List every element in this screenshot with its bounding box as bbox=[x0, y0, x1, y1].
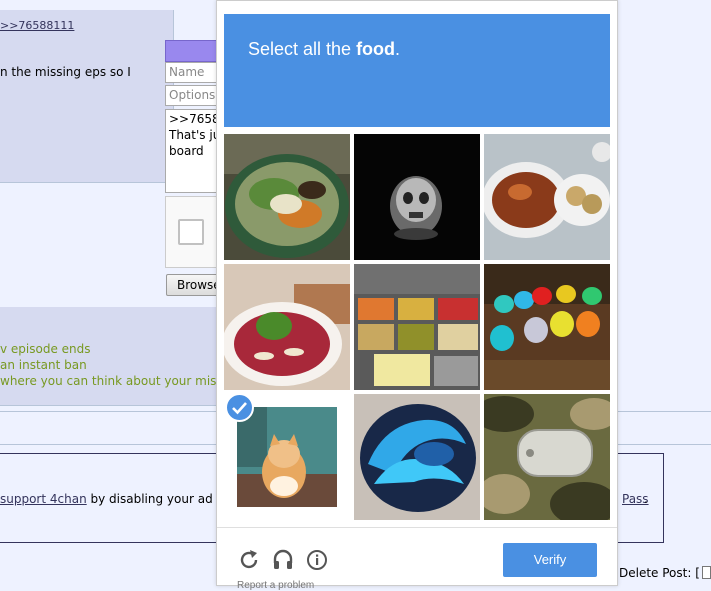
quote-link[interactable]: >>76588111 bbox=[0, 19, 74, 32]
greentext-line: v episode ends bbox=[0, 342, 91, 356]
name-field[interactable]: Name bbox=[165, 62, 220, 83]
prompt-prefix: Select all the bbox=[248, 39, 357, 59]
comment-textarea[interactable]: >>76588 That's ju board bbox=[165, 109, 217, 193]
colorful-figurines-image bbox=[484, 264, 610, 390]
prompt-target: food bbox=[356, 39, 396, 59]
pass-link-dot: . bbox=[644, 492, 648, 506]
greentext-line: an instant ban bbox=[0, 358, 87, 372]
delete-checkbox[interactable] bbox=[702, 566, 711, 579]
salad-bowl-image bbox=[224, 134, 350, 260]
info-icon[interactable] bbox=[305, 548, 329, 572]
post-reply-1: >>76588111 n the missing eps so I bbox=[0, 10, 174, 183]
soup-bowls-image bbox=[484, 134, 610, 260]
captcha-tile-8[interactable] bbox=[354, 394, 480, 520]
delete-post-label: Delete Post: [ bbox=[619, 566, 700, 580]
ad-notice-text: support 4chan by disabling your ad blo bbox=[0, 492, 235, 506]
buffet-trays-image bbox=[354, 264, 480, 390]
captcha-checkbox[interactable] bbox=[178, 219, 204, 245]
greentext-line: where you can think about your mista bbox=[0, 374, 229, 388]
captcha-tile-9[interactable] bbox=[484, 394, 610, 520]
skull-ring-image bbox=[354, 134, 480, 260]
captcha-tile-3[interactable] bbox=[484, 134, 610, 260]
captcha-tile-5[interactable] bbox=[354, 264, 480, 390]
dog-tag-camo-image bbox=[484, 394, 610, 520]
footer-divider bbox=[217, 527, 617, 528]
tile-selected-check-icon bbox=[225, 393, 254, 422]
challenge-prompt-banner: Select all the food. bbox=[224, 14, 610, 127]
captcha-tile-2[interactable] bbox=[354, 134, 480, 260]
flame-helmet-image bbox=[354, 394, 480, 520]
prompt-suffix: . bbox=[395, 39, 401, 59]
carpaccio-plate-image bbox=[224, 264, 350, 390]
post-reply-2: v episode ends an instant ban where you … bbox=[0, 307, 229, 406]
captcha-tile-4[interactable] bbox=[224, 264, 350, 390]
post-text: n the missing eps so I bbox=[0, 65, 131, 79]
audio-challenge-icon[interactable] bbox=[271, 548, 295, 572]
captcha-tile-6[interactable] bbox=[484, 264, 610, 390]
options-field[interactable]: Options bbox=[165, 85, 220, 106]
quick-reply-header[interactable] bbox=[165, 40, 219, 62]
support-link[interactable]: support 4chan bbox=[0, 492, 87, 506]
verify-button[interactable]: Verify bbox=[503, 543, 597, 577]
browse-button[interactable]: Browse bbox=[166, 274, 221, 296]
captcha-tile-1[interactable] bbox=[224, 134, 350, 260]
reload-icon[interactable] bbox=[237, 548, 261, 572]
ad-notice-rest: by disabling your ad blo bbox=[86, 492, 235, 506]
